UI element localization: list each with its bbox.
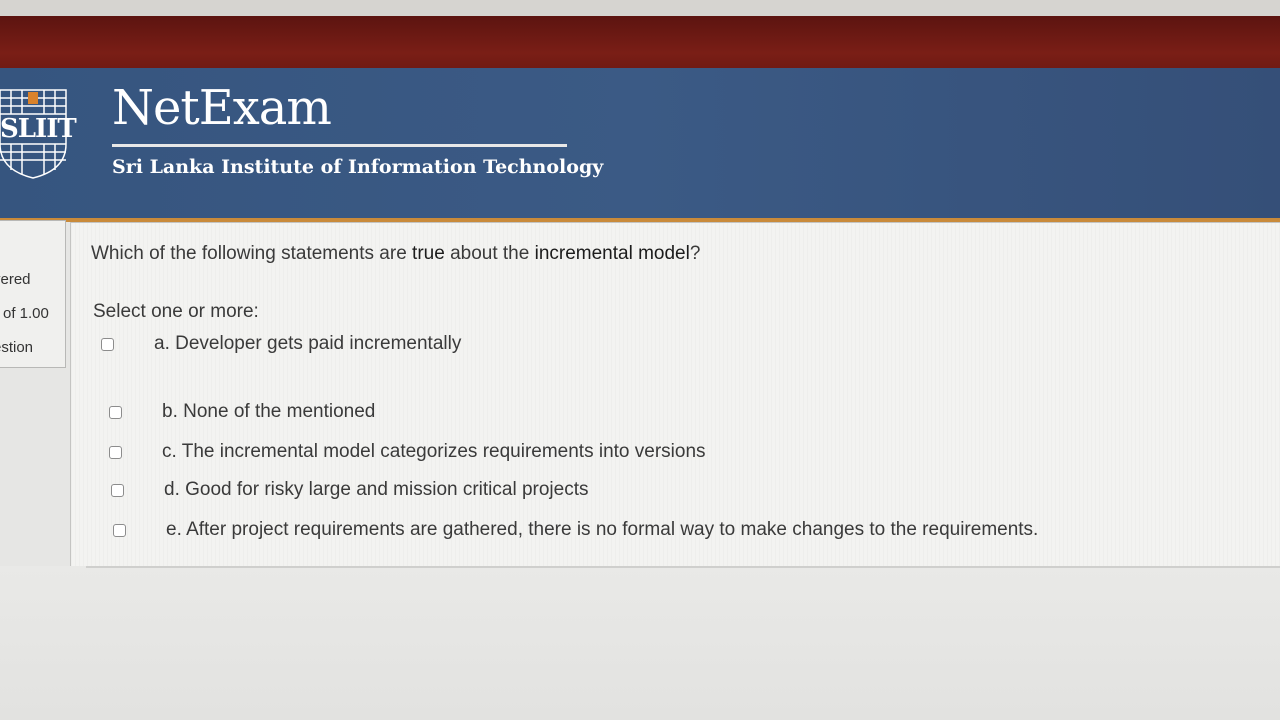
answer-option-d[interactable]: d. Good for risky large and mission crit… [111, 479, 589, 501]
header-divider [112, 144, 567, 147]
question-marks: of 1.00 [3, 305, 49, 322]
browser-top-strip [0, 0, 1280, 16]
logo-text: SLIIT [0, 114, 77, 144]
question-text-part: Which of the following statements are [91, 243, 413, 264]
question-text-emphasis-model: incremental model [534, 243, 690, 264]
checkbox-b[interactable] [109, 405, 122, 419]
question-text: Which of the following statements are tr… [91, 243, 700, 265]
answer-option-label: d. Good for risky large and mission crit… [164, 479, 589, 500]
question-status: vered [0, 271, 31, 288]
question-info-box: vered of 1.00 estion [0, 220, 66, 368]
answer-option-b[interactable]: b. None of the mentioned [109, 401, 375, 423]
page-lower-area [0, 566, 1280, 720]
question-text-part: ? [689, 243, 701, 264]
institute-name: Sri Lanka Institute of Information Techn… [112, 156, 604, 178]
sliit-logo[interactable]: SLIIT [0, 84, 77, 180]
answer-option-label: e. After project requirements are gather… [166, 519, 1039, 540]
answer-option-label: c. The incremental model categorizes req… [162, 441, 706, 462]
answer-options: a. Developer gets paid incrementally b. … [101, 333, 1201, 573]
flag-question-link[interactable]: estion [0, 339, 33, 356]
question-text-part: about the [444, 243, 535, 264]
answer-option-label: b. None of the mentioned [162, 401, 376, 422]
question-panel: Which of the following statements are tr… [70, 222, 1280, 566]
question-text-emphasis-true: true [412, 243, 445, 264]
select-instruction: Select one or more: [93, 301, 259, 322]
answer-option-c[interactable]: c. The incremental model categorizes req… [109, 441, 706, 463]
checkbox-d[interactable] [111, 483, 124, 497]
answer-option-label: a. Developer gets paid incrementally [154, 333, 462, 354]
question-panel-bottom-border [86, 566, 1280, 568]
checkbox-a[interactable] [101, 337, 114, 351]
app-title: NetExam [112, 80, 332, 136]
answer-option-e[interactable]: e. After project requirements are gather… [113, 519, 1038, 541]
checkbox-c[interactable] [109, 445, 122, 459]
checkbox-e[interactable] [113, 523, 126, 537]
answer-option-a[interactable]: a. Developer gets paid incrementally [101, 333, 461, 355]
